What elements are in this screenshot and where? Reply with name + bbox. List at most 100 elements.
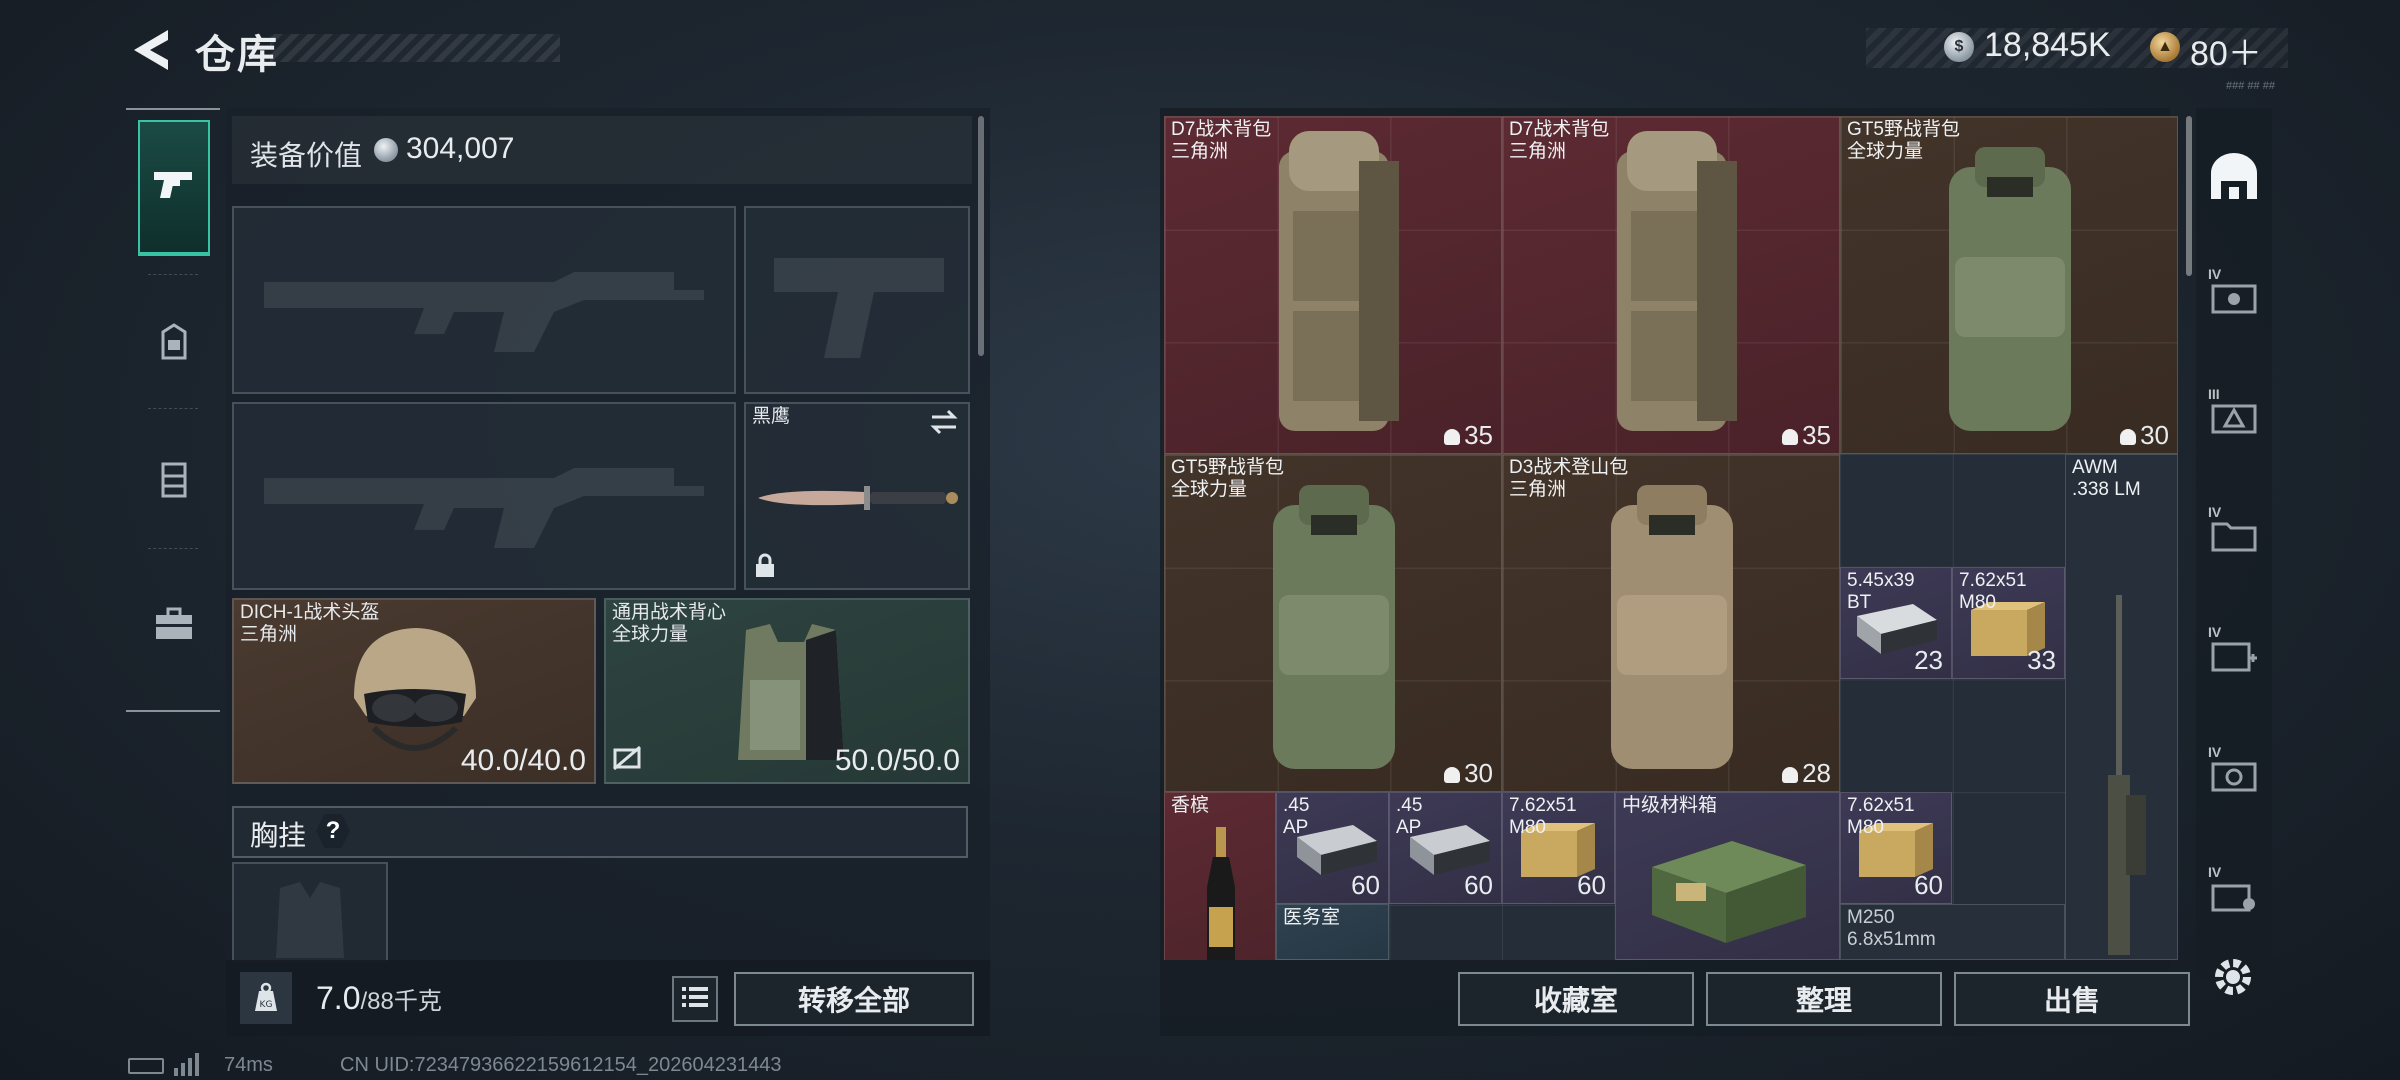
item-name: 医务室 bbox=[1283, 907, 1341, 928]
sidearm-slot[interactable] bbox=[744, 206, 970, 394]
transfer-all-button[interactable]: 转移全部 bbox=[734, 972, 974, 1026]
item-name: 香槟 bbox=[1171, 795, 1210, 816]
folder-icon bbox=[2209, 514, 2259, 559]
tab-weapons[interactable] bbox=[138, 120, 210, 256]
weapon-crate-icon bbox=[2209, 276, 2259, 321]
tab-storage-weapons[interactable]: IV bbox=[2202, 262, 2266, 334]
storage-item[interactable]: 7.62x51 M80 60 bbox=[1502, 792, 1615, 904]
page-title: 仓库 bbox=[195, 33, 279, 77]
storage-item[interactable]: 中级材料箱 bbox=[1615, 792, 1840, 960]
storage-grid: D7战术背包 三角洲 35 D7战术背包 三角洲 35 GT5野战背包 全球力量… bbox=[1164, 116, 2178, 960]
storage-item[interactable]: 香槟 bbox=[1164, 792, 1276, 960]
signal-icon bbox=[172, 1052, 202, 1076]
list-view-button[interactable] bbox=[672, 976, 718, 1022]
user-uid: CN UID:7234793662215961215​4_20260423144… bbox=[340, 1054, 782, 1076]
tab-storage-misc[interactable]: IV bbox=[2202, 860, 2266, 932]
helmet-slot[interactable]: DICH-1战术头盔 三角洲 40.0/40.0 bbox=[232, 598, 596, 784]
briefcase-icon bbox=[154, 607, 194, 646]
storage-item[interactable]: 7.62x51 M80 60 bbox=[1840, 792, 1952, 904]
item-name: D7战术背包 三角洲 bbox=[1509, 119, 1610, 162]
storage-item[interactable]: M250 6.8x51mm bbox=[1840, 904, 2065, 960]
organize-button[interactable]: 整理 bbox=[1706, 972, 1942, 1026]
loadout-scrollbar[interactable] bbox=[978, 116, 984, 356]
melee-slot[interactable]: 黑鹰 bbox=[744, 402, 970, 590]
premium-currency-icon[interactable]: ▲ bbox=[2150, 32, 2180, 62]
item-count: 30 bbox=[2120, 420, 2169, 451]
tab-helmet[interactable] bbox=[138, 276, 210, 412]
no-repair-icon bbox=[612, 745, 642, 776]
storage-item[interactable]: GT5野战背包 全球力量 30 bbox=[1840, 116, 2178, 454]
money-amount: 18,845K bbox=[1984, 26, 2111, 64]
ping-readout: 74ms bbox=[224, 1054, 273, 1076]
item-name: AWM .338 LM bbox=[2072, 457, 2141, 500]
secondary-weapon-slot[interactable] bbox=[232, 402, 736, 590]
storage-scrollbar[interactable] bbox=[2186, 116, 2192, 276]
chest-rig-label: 胸挂 bbox=[250, 820, 307, 851]
storage-item[interactable]: AWM .338 LM bbox=[2065, 454, 2178, 960]
item-count: 60 bbox=[1351, 870, 1380, 900]
item-count: 28 bbox=[1782, 758, 1831, 789]
tab-armor[interactable] bbox=[138, 414, 210, 550]
item-count: 35 bbox=[1782, 420, 1831, 451]
swap-arrows-icon[interactable] bbox=[928, 408, 960, 441]
storage-item[interactable]: D7战术背包 三角洲 35 bbox=[1502, 116, 1840, 454]
equipment-value-label: 装备价值 bbox=[250, 140, 363, 171]
storage-item[interactable]: .45 AP 60 bbox=[1389, 792, 1502, 904]
storage-item[interactable]: D7战术背包 三角洲 35 bbox=[1164, 116, 1502, 454]
equipment-value: 304,007 bbox=[406, 132, 515, 165]
chest-rig-slot[interactable] bbox=[232, 862, 388, 962]
premium-currency-amount[interactable]: 80＋ bbox=[2190, 26, 2262, 75]
carry-weight: 7.0/88千克 bbox=[316, 980, 442, 1017]
coin-icon: $ bbox=[1944, 32, 1974, 62]
storage-item[interactable]: 5.45x39 BT 23 bbox=[1840, 567, 1952, 679]
item-name: D3战术登山包 三角洲 bbox=[1509, 457, 1629, 500]
svg-text:KG: KG bbox=[260, 1000, 273, 1010]
weight-icon: KG bbox=[240, 972, 292, 1024]
item-name: .45 AP bbox=[1283, 795, 1310, 838]
collection-room-button[interactable]: 收藏室 bbox=[1458, 972, 1694, 1026]
item-name: GT5野战背包 全球力量 bbox=[1171, 457, 1284, 500]
item-name: 7.62x51 M80 bbox=[1847, 795, 1915, 838]
armor-durability: 50.0/50.0 bbox=[834, 744, 960, 777]
settings-gear-icon[interactable] bbox=[2208, 952, 2258, 1002]
back-arrow-icon[interactable] bbox=[124, 22, 184, 78]
tab-backpack[interactable] bbox=[138, 558, 210, 694]
item-name: 中级材料箱 bbox=[1622, 795, 1718, 816]
battery-icon bbox=[128, 1058, 164, 1074]
coin-icon bbox=[374, 138, 398, 162]
safe-icon bbox=[2209, 754, 2259, 799]
tab-storage-gear[interactable]: III bbox=[2202, 382, 2266, 454]
item-name: .45 AP bbox=[1396, 795, 1423, 838]
storage-item[interactable]: 医务室 bbox=[1276, 904, 1389, 960]
list-icon bbox=[682, 986, 708, 1013]
item-name: 7.62x51 M80 bbox=[1509, 795, 1577, 838]
item-count: 30 bbox=[1444, 758, 1493, 789]
item-name: D7战术背包 三角洲 bbox=[1171, 119, 1272, 162]
title-stripe-decoration bbox=[270, 34, 560, 62]
helmet-icon bbox=[157, 322, 191, 367]
loadout-category-tabs bbox=[126, 108, 220, 712]
tab-storage-ammo[interactable]: IV bbox=[2202, 500, 2266, 572]
tab-storage-medical[interactable]: IV bbox=[2202, 620, 2266, 692]
warehouse-icon bbox=[2207, 151, 2261, 206]
storage-item[interactable]: D3战术登山包 三角洲 28 bbox=[1502, 454, 1840, 792]
helmet-durability: 40.0/40.0 bbox=[460, 744, 586, 777]
sell-button[interactable]: 出售 bbox=[1954, 972, 2190, 1026]
tab-all-storage[interactable] bbox=[2202, 142, 2266, 214]
item-count: 60 bbox=[1577, 870, 1606, 900]
item-name: M250 6.8x51mm bbox=[1847, 907, 1936, 950]
item-count: 60 bbox=[1914, 870, 1943, 900]
carry-weight-current: 7.0 bbox=[316, 980, 361, 1016]
tab-storage-keys[interactable]: IV bbox=[2202, 740, 2266, 812]
item-name: 7.62x51 M80 bbox=[1959, 570, 2027, 613]
lock-icon bbox=[754, 553, 776, 584]
item-name: 5.45x39 BT bbox=[1847, 570, 1915, 613]
storage-item[interactable]: GT5野战背包 全球力量 30 bbox=[1164, 454, 1502, 792]
storage-item[interactable]: 7.62x51 M80 33 bbox=[1952, 567, 2065, 679]
storage-item[interactable]: .45 AP 60 bbox=[1276, 792, 1389, 904]
version-tag: ### ## ## bbox=[2226, 80, 2275, 92]
item-count: 60 bbox=[1464, 870, 1493, 900]
armor-slot[interactable]: 通用战术背心 全球力量 50.0/50.0 bbox=[604, 598, 970, 784]
armor-crate-icon bbox=[2209, 396, 2259, 441]
primary-weapon-slot[interactable] bbox=[232, 206, 736, 394]
